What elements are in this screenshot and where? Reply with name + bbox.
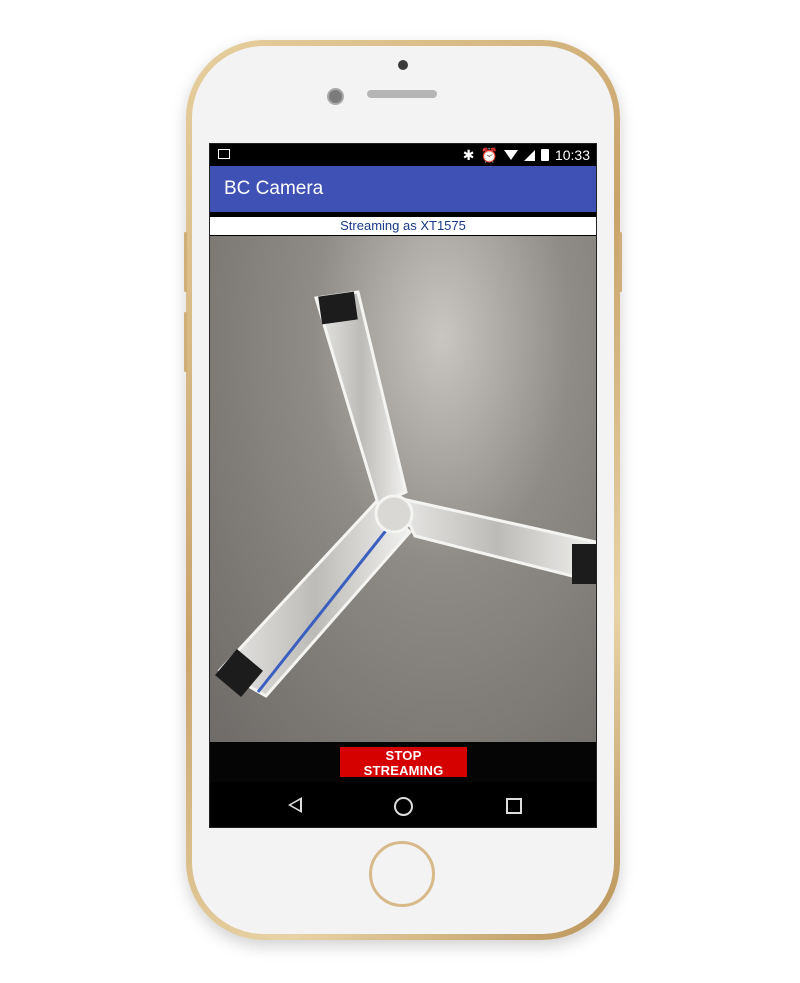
phone-side-button (184, 232, 187, 292)
android-nav-bar (210, 782, 596, 827)
status-time: 10:33 (554, 147, 590, 163)
wifi-icon (503, 150, 518, 160)
bluetooth-icon: ✱ (462, 147, 475, 163)
recents-icon[interactable] (506, 798, 522, 814)
status-bar: ✱ ⏰ 10:33 (210, 144, 596, 166)
image-icon (218, 149, 230, 159)
battery-icon (540, 149, 549, 161)
stream-status: Streaming as XT1575 (210, 217, 596, 235)
camera-feed-image (215, 290, 596, 698)
app-title: BC Camera (224, 178, 324, 199)
control-bar: STOP STREAMING (210, 742, 596, 782)
camera-preview (210, 236, 596, 742)
home-icon[interactable] (394, 797, 413, 816)
earpiece-speaker (367, 90, 437, 98)
phone-side-button (619, 232, 622, 292)
app-bar: BC Camera (210, 166, 596, 212)
back-icon[interactable] (288, 797, 302, 813)
alarm-icon: ⏰ (480, 147, 498, 163)
signal-icon (523, 149, 535, 161)
phone-side-button (184, 312, 187, 372)
phone-screen: ✱ ⏰ 10:33 BC Camera Streaming as XT1575 (209, 143, 597, 828)
stop-streaming-button[interactable]: STOP STREAMING (340, 747, 467, 778)
front-camera (327, 88, 344, 105)
physical-home-button[interactable] (369, 841, 435, 907)
status-icons: ✱ ⏰ 10:33 (463, 144, 590, 166)
front-sensor (398, 60, 408, 70)
